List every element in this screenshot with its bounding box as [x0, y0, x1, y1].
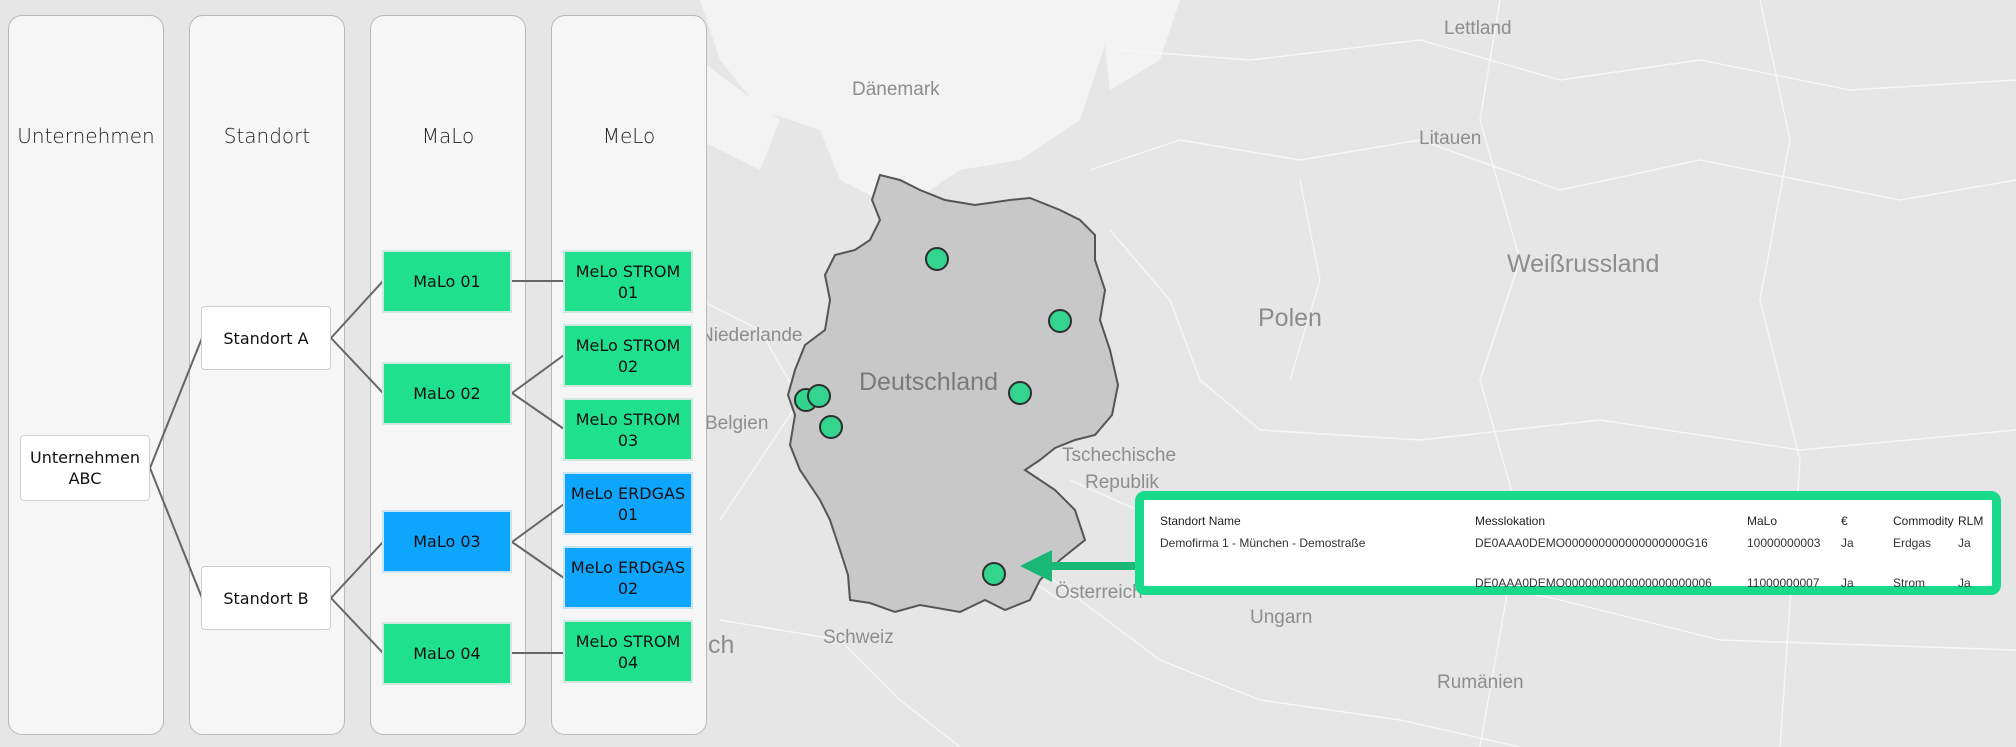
row-1-malo: 10000000003 [1747, 536, 1821, 550]
label-rumaenien: Rumänien [1437, 672, 1524, 693]
row-2-rlm: Ja [1958, 576, 1971, 590]
row-1-commodity: Erdgas [1893, 536, 1932, 550]
label-lettland: Lettland [1444, 18, 1512, 39]
column-title: MeLo [602, 124, 656, 148]
row-1-messlokation: DE0AAA0DEMO000000000000000000G16 [1475, 536, 1708, 550]
row-2-commodity: Strom [1893, 576, 1926, 590]
label-belgien: Belgien [705, 413, 769, 434]
row-2-euro: Ja [1841, 576, 1854, 590]
label-polen: Polen [1258, 304, 1322, 332]
marker-koeln [819, 415, 843, 439]
node-melo-strom-02: MeLo STROM 02 [563, 324, 693, 387]
header-messlokation: Messlokation [1475, 514, 1546, 528]
column-title: Standort [223, 124, 311, 148]
marker-berlin [1048, 309, 1072, 333]
label-tschechische: Tschechische [1062, 445, 1177, 466]
label-weissrussland: Weißrussland [1507, 250, 1660, 278]
label-deutschland: Deutschland [859, 368, 998, 396]
node-company: Unternehmen ABC [20, 435, 150, 501]
marker-ruhr-2 [807, 384, 831, 408]
marker-hamburg [925, 247, 949, 271]
header-euro: € [1841, 514, 1848, 528]
node-malo-04: MaLo 04 [382, 622, 512, 685]
node-malo-02: MaLo 02 [382, 362, 512, 425]
node-malo-03: MaLo 03 [382, 510, 512, 573]
node-melo-erdgas-01: MeLo ERDGAS 01 [563, 472, 693, 535]
node-standort-b: Standort B [201, 566, 331, 630]
label-oesterreich: Österreich [1055, 582, 1143, 603]
node-malo-01: MaLo 01 [382, 250, 512, 313]
header-malo: MaLo [1747, 514, 1778, 528]
marker-leipzig [1008, 381, 1032, 405]
column-title: MaLo [421, 124, 475, 148]
node-melo-strom-01: MeLo STROM 01 [563, 250, 693, 313]
label-litauen: Litauen [1419, 128, 1482, 149]
label-schweiz: Schweiz [823, 627, 894, 648]
label-ungarn: Ungarn [1250, 607, 1313, 628]
header-rlm: RLM [1958, 514, 1984, 528]
label-daenemark: Dänemark [852, 79, 940, 100]
label-niederlande: Niederlande [700, 325, 803, 346]
column-title: Unternehmen [17, 124, 155, 148]
row-1-rlm: Ja [1958, 536, 1971, 550]
node-melo-erdgas-02: MeLo ERDGAS 02 [563, 546, 693, 609]
row-1-euro: Ja [1841, 536, 1854, 550]
location-table: Standort Name Messlokation MaLo € Commod… [1135, 491, 2001, 595]
header-commodity: Commodity [1893, 514, 1954, 528]
node-standort-a: Standort A [201, 306, 331, 370]
row-1-standort-name: Demofirma 1 - München - Demostraße [1160, 536, 1366, 550]
row-2-malo: 11000000007 [1747, 576, 1820, 590]
column-unternehmen: Unternehmen [8, 15, 164, 735]
header-standort-name: Standort Name [1160, 514, 1241, 528]
node-melo-strom-03: MeLo STROM 03 [563, 398, 693, 461]
row-2-messlokation: DE0AAA0DEMO0000000000000000000006 [1475, 576, 1712, 590]
node-melo-strom-04: MeLo STROM 04 [563, 620, 693, 683]
label-frankreich: ch [708, 631, 735, 659]
marker-muenchen [982, 562, 1006, 586]
